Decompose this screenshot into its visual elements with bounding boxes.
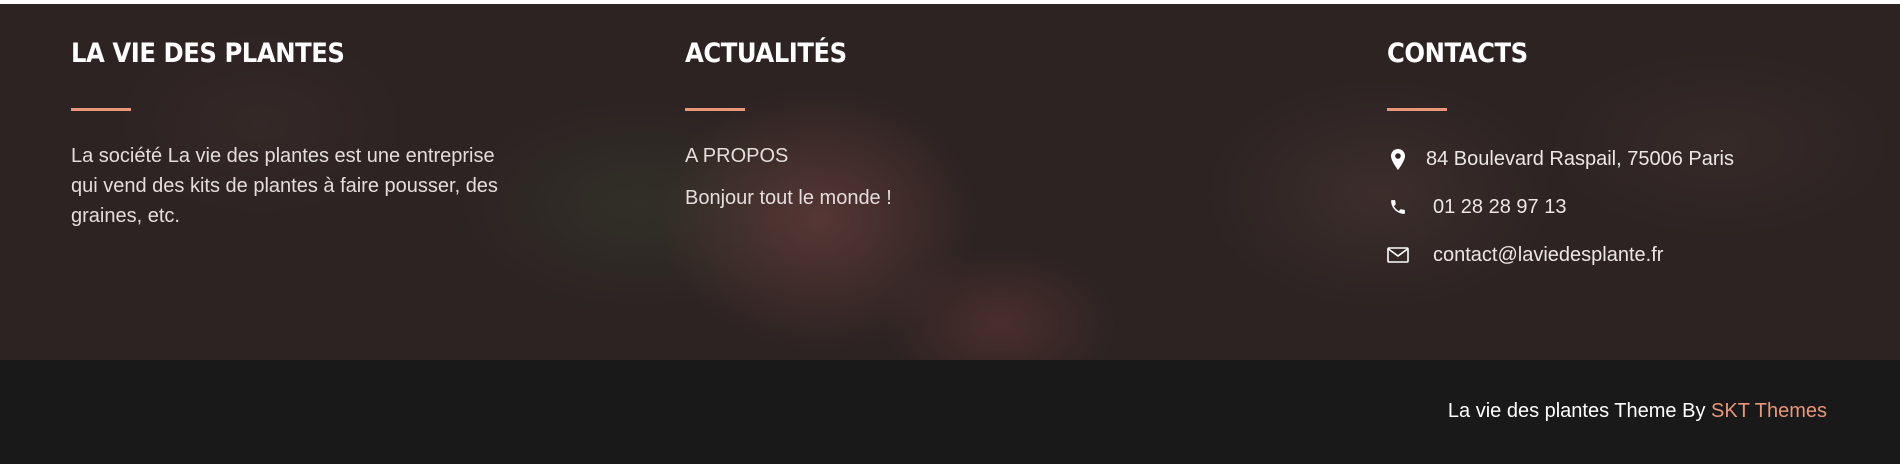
contact-email: contact@laviedesplante.fr <box>1387 239 1663 271</box>
map-pin-icon <box>1387 148 1409 170</box>
contact-phone-text: 01 28 28 97 13 <box>1433 195 1567 218</box>
about-column: LA VIE DES PLANTES La société La vie des… <box>71 34 541 227</box>
news-link-bonjour[interactable]: Bonjour tout le monde ! <box>685 183 892 213</box>
skt-themes-link[interactable]: SKT Themes <box>1711 400 1827 422</box>
news-heading: ACTUALITÉS <box>685 38 847 69</box>
news-list: A PROPOS Bonjour tout le monde ! <box>685 141 892 225</box>
contact-heading: CONTACTS <box>1387 38 1528 69</box>
heading-underline <box>685 108 745 111</box>
contact-address-text: 84 Boulevard Raspail, 75006 Paris <box>1426 147 1734 170</box>
about-text: La société La vie des plantes est une en… <box>71 145 498 227</box>
about-heading: LA VIE DES PLANTES <box>71 38 345 69</box>
copyright-bar: La vie des plantes Theme By SKT Themes <box>0 360 1900 464</box>
footer-widgets: LA VIE DES PLANTES La société La vie des… <box>0 4 1900 360</box>
heading-underline <box>1387 108 1447 111</box>
contact-email-text[interactable]: contact@laviedesplante.fr <box>1433 244 1663 267</box>
news-column: ACTUALITÉS A PROPOS Bonjour tout le mond… <box>685 34 1185 209</box>
heading-underline <box>71 108 131 111</box>
phone-icon <box>1387 196 1409 218</box>
envelope-icon <box>1387 244 1409 266</box>
news-link-a-propos[interactable]: A PROPOS <box>685 141 892 171</box>
contact-phone: 01 28 28 97 13 <box>1387 191 1566 223</box>
contact-address: 84 Boulevard Raspail, 75006 Paris <box>1387 143 1734 175</box>
contact-column: CONTACTS 84 Boulevard Raspail, 75006 Par… <box>1387 34 1867 266</box>
copyright-text: La vie des plantes Theme By <box>1447 400 1706 422</box>
copyright: La vie des plantes Theme By SKT Themes <box>1448 400 1827 423</box>
